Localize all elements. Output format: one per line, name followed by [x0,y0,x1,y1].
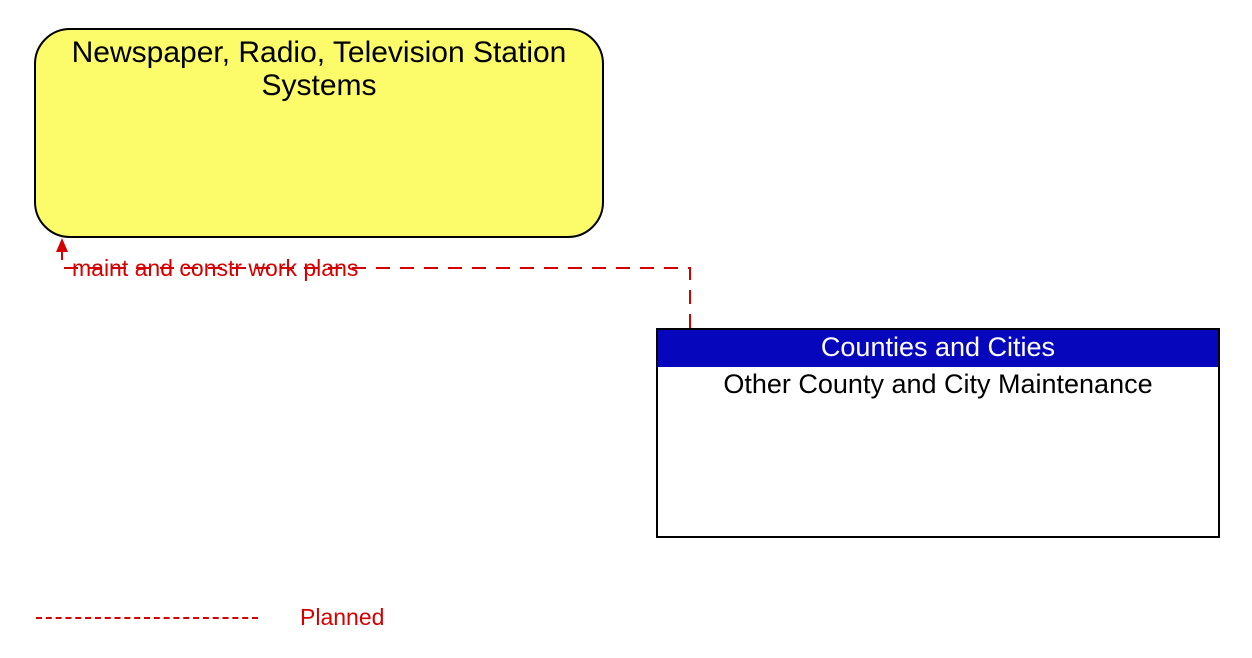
media-systems-title: Newspaper, Radio, Television Station Sys… [36,36,602,102]
county-header: Counties and Cities [658,330,1218,367]
legend-planned-line [36,617,258,619]
flow-arrowhead [56,238,68,252]
media-title-line2: Systems [261,69,376,102]
media-title-line1: Newspaper, Radio, Television Station [72,36,567,69]
flow-label: maint and constr work plans [72,255,358,282]
county-maintenance-node: Counties and Cities Other County and Cit… [656,328,1220,538]
media-systems-node: Newspaper, Radio, Television Station Sys… [34,28,604,238]
legend-planned-label: Planned [300,604,384,631]
county-subtitle: Other County and City Maintenance [658,367,1218,400]
